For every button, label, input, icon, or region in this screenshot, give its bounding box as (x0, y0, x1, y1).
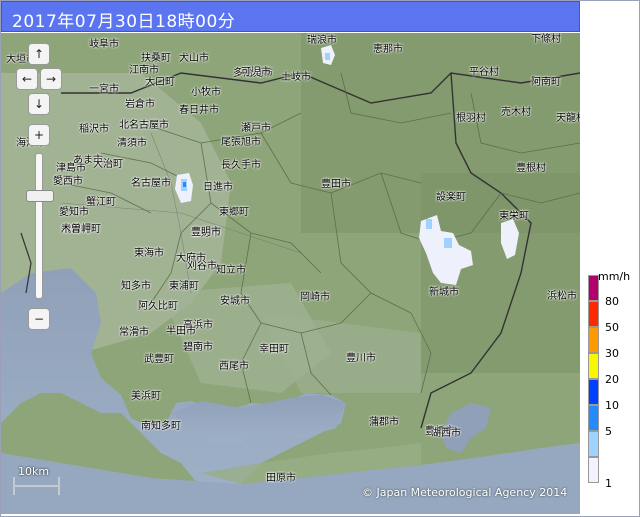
town-label: 大治町 (93, 159, 123, 170)
town-label: 犬山市 (179, 53, 209, 64)
radar-map[interactable]: 瑞浪市 恵那市 下條村 大垣市 岐阜市 扶桑町 犬山市 多治見市 土岐市 平谷村 阿南町 一宮市 江南市… (1, 33, 580, 514)
map-terrain (1, 33, 580, 514)
legend-label: 80 (605, 295, 619, 308)
town-label: 安城市 (220, 296, 250, 307)
town-label: 木曽岬町 (61, 224, 101, 235)
town-label: 田原市 (266, 473, 296, 484)
town-label: 瀬戸市 (241, 123, 271, 134)
pan-up-button[interactable]: ↑ (28, 43, 50, 65)
town-label: 小牧市 (191, 87, 221, 98)
legend-label: 5 (605, 425, 612, 438)
town-label: 阿久比町 (138, 301, 178, 312)
town-label: 名古屋市 (131, 178, 171, 189)
legend-swatch (588, 379, 599, 405)
observation-time: 2017年07月30日18時00分 (12, 12, 236, 32)
town-label: 土岐市 (281, 72, 311, 83)
town-label: 下條村 (531, 34, 561, 45)
town-label: 岩倉市 (125, 99, 155, 110)
town-label: 平谷村 (469, 67, 499, 78)
pan-down-button[interactable]: ↓ (28, 93, 50, 115)
legend-swatch (588, 405, 599, 431)
legend-unit: mm/h (598, 270, 631, 283)
copyright-notice: © Japan Meteorological Agency 2014 (362, 486, 568, 499)
town-label: 売木村 (501, 107, 531, 118)
town-label: 浜松市 (547, 291, 577, 302)
header-bar: 2017年07月30日18時00分 (1, 1, 580, 32)
town-label: 江南市 (129, 65, 159, 76)
town-label: 清須市 (117, 138, 147, 149)
town-label: 長久手市 (221, 160, 261, 171)
legend-swatch (588, 275, 599, 301)
scale-label: 10km (18, 465, 50, 478)
town-label: 知立市 (216, 265, 246, 276)
town-label: 武豊町 (144, 354, 174, 365)
town-label: 尾張旭市 (221, 137, 261, 148)
town-label: 天龍村 (556, 113, 580, 124)
legend-label: 30 (605, 347, 619, 360)
town-label: 豊川市 (346, 353, 376, 364)
zoom-slider-track[interactable] (35, 153, 43, 299)
town-label: 東浦町 (169, 281, 199, 292)
legend-label: 10 (605, 399, 619, 412)
town-label: 蒲郡市 (369, 417, 399, 428)
town-label: 可児市 (241, 67, 271, 78)
legend-swatch (588, 457, 599, 483)
legend-label: 50 (605, 321, 619, 334)
town-label: 南知多町 (141, 421, 181, 432)
legend-label: 1 (605, 477, 612, 490)
town-label: 日進市 (203, 182, 233, 193)
town-label: 碧南市 (183, 342, 213, 353)
pan-left-button[interactable]: ← (16, 68, 38, 90)
town-label: 常滑市 (119, 327, 149, 338)
town-label: 豊明市 (191, 227, 221, 238)
town-label: 東海市 (134, 248, 164, 259)
town-label: 知多市 (121, 281, 151, 292)
town-label: 刈谷市 (187, 261, 217, 272)
town-label: 蟹江町 (86, 197, 116, 208)
town-label: 豊根村 (516, 163, 546, 174)
town-label: 阿南町 (531, 77, 561, 88)
town-label: 設楽町 (436, 192, 466, 203)
town-label: 北名古屋市 (119, 120, 169, 131)
town-label: 湖西市 (431, 428, 461, 439)
legend-label: 20 (605, 373, 619, 386)
town-label: 根羽村 (456, 113, 486, 124)
town-label: 愛西市 (53, 176, 83, 187)
town-label: 新城市 (429, 287, 459, 298)
zoom-in-button[interactable]: + (28, 124, 50, 146)
town-label: 扶桑町 (141, 53, 171, 64)
legend-swatch (588, 301, 599, 327)
zoom-out-button[interactable]: − (28, 308, 50, 330)
town-label: 愛知市 (59, 207, 89, 218)
town-label: 一宮市 (89, 84, 119, 95)
legend-swatch (588, 327, 599, 353)
town-label: 豊田市 (321, 179, 351, 190)
legend-swatch (588, 353, 599, 379)
town-label: 恵那市 (373, 44, 403, 55)
town-label: 瑞浪市 (307, 35, 337, 46)
pan-right-button[interactable]: → (40, 68, 62, 90)
town-label: 東栄町 (499, 211, 529, 222)
legend-swatch (588, 431, 599, 457)
town-label: 西尾市 (219, 361, 249, 372)
town-label: 岐阜市 (89, 39, 119, 50)
town-label: 大口町 (145, 77, 175, 88)
town-label: 東郷町 (219, 207, 249, 218)
town-label: 岡崎市 (300, 292, 330, 303)
town-label: 幸田町 (259, 344, 289, 355)
zoom-slider-handle[interactable] (26, 190, 54, 202)
town-label: 春日井市 (179, 105, 219, 116)
town-label: 半田市 (166, 326, 196, 337)
town-label: 稲沢市 (79, 124, 109, 135)
town-label: 美浜町 (131, 391, 161, 402)
